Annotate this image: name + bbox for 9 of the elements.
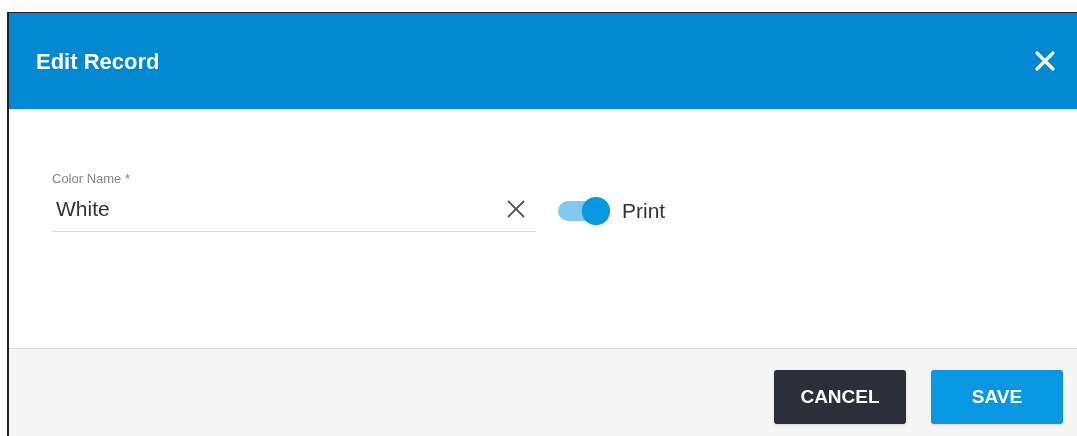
- print-toggle[interactable]: [556, 196, 610, 225]
- cancel-button[interactable]: CANCEL: [774, 370, 906, 424]
- field-value: White: [56, 196, 110, 223]
- toggle-label: Print: [622, 198, 666, 224]
- color-name-field[interactable]: Color Name * White: [52, 171, 536, 232]
- clear-icon[interactable]: [506, 199, 526, 219]
- close-icon[interactable]: [1033, 49, 1057, 73]
- dialog-title: Edit Record: [36, 47, 160, 76]
- field-label: Color Name *: [52, 171, 132, 187]
